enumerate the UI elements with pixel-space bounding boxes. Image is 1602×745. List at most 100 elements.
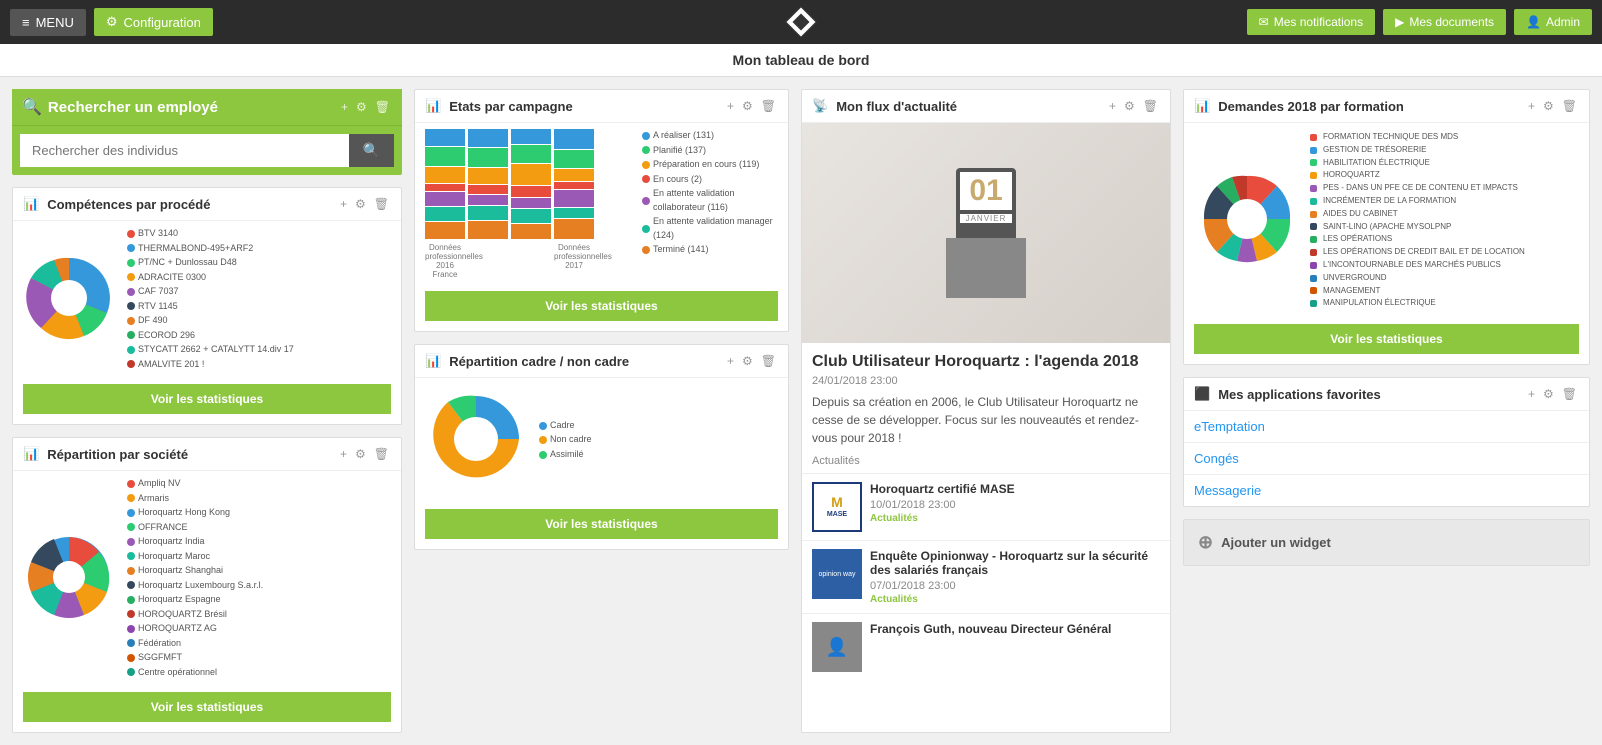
news-main-category: Actualités	[802, 455, 1170, 473]
fav-app-etemptation[interactable]: eTemptation	[1184, 411, 1589, 443]
navbar-center	[783, 4, 819, 40]
societe-footer: Voir les statistiques	[13, 686, 401, 732]
competences-trash-btn[interactable]: 🗑	[372, 197, 391, 211]
add-widget-card[interactable]: ⊕ Ajouter un widget	[1183, 519, 1590, 566]
competences-legend: BTV 3140 THERMALBOND-495+ARF2 PT/NC + Du…	[127, 227, 294, 372]
search-add-btn[interactable]: +	[339, 100, 350, 114]
demandes-title: Demandes 2018 par formation	[1218, 99, 1520, 114]
mail-icon: ✉	[1259, 15, 1269, 29]
cadre-trash-btn[interactable]: 🗑	[759, 354, 778, 368]
demandes-pie-chart	[1192, 164, 1302, 277]
news-main-body: Club Utilisateur Horoquartz : l'agenda 2…	[802, 343, 1170, 473]
news-main-title: Club Utilisateur Horoquartz : l'agenda 2…	[802, 343, 1170, 375]
cadre-gear-btn[interactable]: ⚙	[740, 354, 755, 368]
news-item-1-category: Actualités	[870, 513, 1160, 524]
search-gear-btn[interactable]: ⚙	[354, 100, 369, 114]
admin-label: Admin	[1546, 15, 1580, 29]
flux-trash-btn[interactable]: 🗑	[1141, 99, 1160, 113]
societe-trash-btn[interactable]: 🗑	[372, 447, 391, 461]
flux-widget: 📡 Mon flux d'actualité + ⚙ 🗑 01 JANVIER	[801, 89, 1171, 733]
repartition-societe-actions: + ⚙ 🗑	[338, 447, 391, 461]
competences-add-btn[interactable]: +	[338, 197, 349, 211]
search-title-icon: 🔍	[22, 97, 42, 117]
config-button[interactable]: ⚙ Configuration	[94, 8, 213, 36]
repartition-cadre-title: Répartition cadre / non cadre	[449, 354, 719, 369]
etats-stats-btn[interactable]: Voir les statistiques	[425, 291, 778, 321]
repartition-societe-title: Répartition par société	[47, 447, 332, 462]
fav-app-conges[interactable]: Congés	[1184, 443, 1589, 475]
competences-gear-btn[interactable]: ⚙	[353, 197, 368, 211]
fav-apps-actions: + ⚙ 🗑	[1526, 387, 1579, 401]
societe-stats-btn[interactable]: Voir les statistiques	[23, 692, 391, 722]
news-item-1-title: Horoquartz certifié MASE	[870, 482, 1160, 496]
search-widget-actions: + ⚙ 🗑	[339, 100, 392, 114]
documents-button[interactable]: ▶ Mes documents	[1383, 9, 1506, 35]
cadre-footer: Voir les statistiques	[415, 503, 788, 549]
notifications-button[interactable]: ✉ Mes notifications	[1247, 9, 1375, 35]
repartition-cadre-header: 📊 Répartition cadre / non cadre + ⚙ 🗑	[415, 345, 788, 378]
menu-button[interactable]: ≡ MENU	[10, 9, 86, 36]
news-item-3-title: François Guth, nouveau Directeur Général	[870, 622, 1160, 636]
fav-gear-btn[interactable]: ⚙	[1541, 387, 1556, 401]
news-main-excerpt: Depuis sa création en 2006, le Club Util…	[802, 393, 1170, 455]
demandes-gear-btn[interactable]: ⚙	[1541, 99, 1556, 113]
cadre-stats-btn[interactable]: Voir les statistiques	[425, 509, 778, 539]
share-icon: ⬛	[1194, 386, 1210, 402]
search-submit-btn[interactable]: 🔍	[349, 134, 394, 167]
etats-trash-btn[interactable]: 🗑	[759, 99, 778, 113]
news-main-image: 01 JANVIER	[802, 123, 1170, 343]
cadre-legend: Cadre Non cadre Assimilé	[539, 419, 592, 463]
fav-apps-header: ⬛ Mes applications favorites + ⚙ 🗑	[1184, 378, 1589, 411]
add-circle-icon: ⊕	[1198, 532, 1213, 553]
col-center: 📊 Etats par campagne + ⚙ 🗑	[414, 89, 789, 733]
fav-add-btn[interactable]: +	[1526, 387, 1537, 401]
demandes-legend: FORMATION TECHNIQUE DES MDS GESTION DE T…	[1310, 131, 1525, 310]
etats-widget: 📊 Etats par campagne + ⚙ 🗑	[414, 89, 789, 332]
competences-stats-btn[interactable]: Voir les statistiques	[23, 384, 391, 414]
demandes-actions: + ⚙ 🗑	[1526, 99, 1579, 113]
cadre-pie-chart	[421, 384, 531, 497]
search-widget: 🔍 Rechercher un employé + ⚙ 🗑 🔍	[12, 89, 402, 175]
societe-gear-btn[interactable]: ⚙	[353, 447, 368, 461]
add-widget-label: Ajouter un widget	[1221, 535, 1331, 550]
etats-title: Etats par campagne	[449, 99, 719, 114]
admin-button[interactable]: 👤 Admin	[1514, 9, 1592, 35]
etats-gear-btn[interactable]: ⚙	[740, 99, 755, 113]
page-title-bar: Mon tableau de bord	[0, 44, 1602, 77]
page-title: Mon tableau de bord	[733, 52, 870, 68]
news-item-2-title: Enquête Opinionway - Horoquartz sur la s…	[870, 549, 1160, 577]
etats-chart-area: Données professionnelles 2016 France Don…	[415, 123, 788, 285]
search-widget-header: 🔍 Rechercher un employé + ⚙ 🗑	[12, 89, 402, 126]
demandes-add-btn[interactable]: +	[1526, 99, 1537, 113]
etats-add-btn[interactable]: +	[725, 99, 736, 113]
fav-app-messagerie[interactable]: Messagerie	[1184, 475, 1589, 506]
news-item-2[interactable]: opinion way Enquête Opinionway - Horoqua…	[802, 540, 1170, 613]
societe-add-btn[interactable]: +	[338, 447, 349, 461]
user-icon: 👤	[1526, 15, 1541, 29]
demandes-stats-btn[interactable]: Voir les statistiques	[1194, 324, 1579, 354]
cadre-add-btn[interactable]: +	[725, 354, 736, 368]
repartition-cadre-actions: + ⚙ 🗑	[725, 354, 778, 368]
fav-apps-list: eTemptation Congés Messagerie	[1184, 411, 1589, 506]
competences-chart-area: BTV 3140 THERMALBOND-495+ARF2 PT/NC + Du…	[13, 221, 401, 378]
repartition-societe-chart-area: Ampliq NV Armaris Horoquartz Hong Kong O…	[13, 471, 401, 686]
news-item-2-date: 07/01/2018 23:00	[870, 580, 1160, 592]
fav-apps-widget: ⬛ Mes applications favorites + ⚙ 🗑 eTemp…	[1183, 377, 1590, 507]
news-item-1[interactable]: M MASE Horoquartz certifié MASE 10/01/20…	[802, 473, 1170, 540]
news-item-3[interactable]: 👤 François Guth, nouveau Directeur Génér…	[802, 613, 1170, 680]
competences-footer: Voir les statistiques	[13, 378, 401, 424]
flux-add-btn[interactable]: +	[1107, 99, 1118, 113]
search-input[interactable]	[20, 134, 349, 167]
etats-footer: Voir les statistiques	[415, 285, 788, 331]
flux-gear-btn[interactable]: ⚙	[1122, 99, 1137, 113]
flux-title: Mon flux d'actualité	[836, 99, 1101, 114]
cog-icon: ⚙	[106, 14, 118, 30]
search-trash-btn[interactable]: 🗑	[373, 100, 392, 114]
demandes-trash-btn[interactable]: 🗑	[1560, 99, 1579, 113]
navbar-right: ✉ Mes notifications ▶ Mes documents 👤 Ad…	[1247, 9, 1592, 35]
fav-trash-btn[interactable]: 🗑	[1560, 387, 1579, 401]
main-content: 🔍 Rechercher un employé + ⚙ 🗑 🔍 📊 Compét…	[0, 77, 1602, 745]
etats-header: 📊 Etats par campagne + ⚙ 🗑	[415, 90, 788, 123]
news-thumb-mase: M MASE	[812, 482, 862, 532]
menu-label: MENU	[36, 15, 74, 30]
